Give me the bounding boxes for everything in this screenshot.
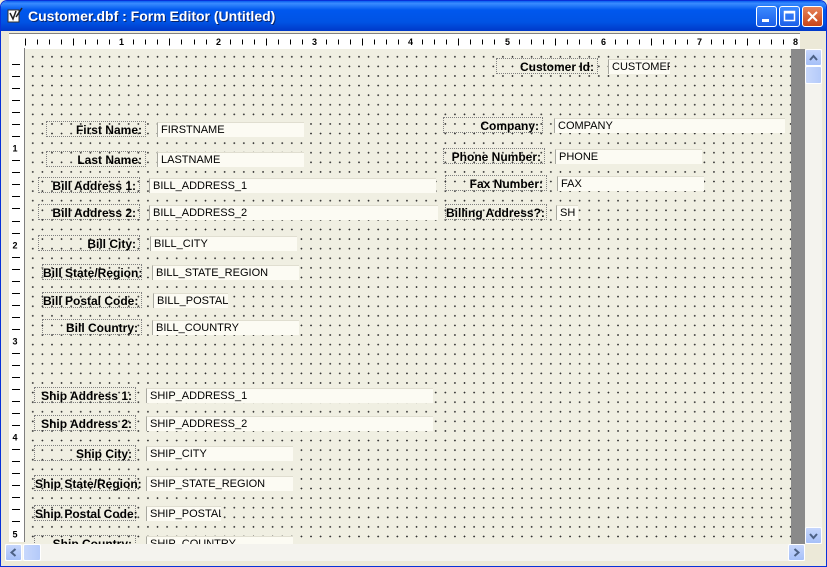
scroll-left-button[interactable] xyxy=(5,544,22,561)
first-name-field[interactable]: FIRSTNAME xyxy=(157,122,304,137)
phone-field[interactable]: PHONE xyxy=(555,149,702,164)
bill-postal-field[interactable]: BILL_POSTAL_ xyxy=(153,293,228,308)
last-name-field[interactable]: LASTNAME xyxy=(157,152,304,167)
arrow-left-icon xyxy=(9,548,17,557)
ruler-v-label: 3 xyxy=(12,337,17,347)
company-label[interactable]: Company: xyxy=(443,117,543,133)
company-field[interactable]: COMPANY xyxy=(554,118,785,133)
canvas-right-edge xyxy=(791,49,805,544)
fax-label[interactable]: Fax Number: xyxy=(445,175,547,191)
bill-address-1-label[interactable]: Bill Address 1: xyxy=(38,177,140,193)
bill-country-label[interactable]: Bill Country: xyxy=(42,319,142,335)
window-title: Customer.dbf : Form Editor (Untitled) xyxy=(28,8,276,24)
ship-country-field[interactable]: SHIP_COUNTRY xyxy=(146,536,293,544)
minimize-icon xyxy=(762,19,769,22)
ruler-v-label: 2 xyxy=(12,241,17,251)
close-button[interactable] xyxy=(802,6,823,27)
scroll-up-button[interactable] xyxy=(805,49,822,66)
phone-label[interactable]: Phone Number: xyxy=(443,148,545,164)
arrow-right-icon xyxy=(793,548,801,557)
ruler-h-label: 6 xyxy=(601,37,606,47)
bill-country-field[interactable]: BILL_COUNTRY xyxy=(152,320,299,335)
bill-city-field[interactable]: BILL_CITY xyxy=(150,236,297,251)
bill-address-2-field[interactable]: BILL_ADDRESS_2 xyxy=(149,205,438,220)
ship-address-1-field[interactable]: SHIP_ADDRESS_1 xyxy=(146,388,433,403)
ruler-v-label: 5 xyxy=(12,530,17,540)
ruler-h-label: 2 xyxy=(216,37,221,47)
ship-address-2-field[interactable]: SHIP_ADDRESS_2 xyxy=(146,416,433,431)
arrow-down-icon xyxy=(809,533,818,540)
scroll-right-button[interactable] xyxy=(788,544,805,561)
ship-city-label[interactable]: Ship City: xyxy=(34,445,136,461)
billing-address-field[interactable]: SH xyxy=(556,205,578,220)
ruler-h-label: 8 xyxy=(793,37,798,47)
bill-address-2-label[interactable]: Bill Address 2: xyxy=(38,204,140,220)
ruler-h-label: 7 xyxy=(697,37,702,47)
ship-country-label[interactable]: Ship Country: xyxy=(34,535,136,544)
vertical-scroll-thumb[interactable] xyxy=(805,66,822,84)
ship-address-1-label[interactable]: Ship Address 1: xyxy=(34,387,136,403)
minimize-button[interactable] xyxy=(756,6,777,27)
ruler-h-label: 1 xyxy=(119,37,124,47)
vertical-ruler[interactable]: 1 2 3 4 5 xyxy=(9,48,25,542)
billing-address-label[interactable]: Billing Address?: xyxy=(445,204,547,220)
ship-address-2-label[interactable]: Ship Address 2: xyxy=(34,415,136,431)
horizontal-scroll-thumb[interactable] xyxy=(23,544,41,561)
ship-city-field[interactable]: SHIP_CITY xyxy=(146,446,293,461)
ship-postal-field[interactable]: SHIP_POSTAL_ xyxy=(146,506,221,521)
ruler-v-label: 4 xyxy=(12,433,17,443)
vertical-scrollbar[interactable] xyxy=(805,49,822,544)
close-icon xyxy=(807,11,818,22)
horizontal-ruler-ticks: 1 2 3 4 5 6 7 8 xyxy=(25,37,798,47)
horizontal-ruler[interactable]: 1 2 3 4 5 6 7 8 xyxy=(9,33,800,50)
ship-postal-label[interactable]: Ship Postal Code: xyxy=(34,505,138,521)
bill-city-label[interactable]: Bill City: xyxy=(38,235,140,251)
bill-state-label[interactable]: Bill State/Region: xyxy=(42,264,142,280)
bill-state-field[interactable]: BILL_STATE_REGION xyxy=(152,265,299,280)
fax-field[interactable]: FAX xyxy=(557,176,704,191)
arrow-up-icon xyxy=(809,54,818,61)
ship-state-field[interactable]: SHIP_STATE_REGION xyxy=(146,476,293,491)
bill-postal-label[interactable]: Bill Postal Code: xyxy=(42,292,142,308)
first-name-label[interactable]: First Name: xyxy=(46,121,146,137)
last-name-label[interactable]: Last Name: xyxy=(46,151,146,167)
scroll-down-button[interactable] xyxy=(805,527,822,544)
customer-id-label[interactable]: Customer Id: xyxy=(496,58,598,74)
ruler-v-label: 1 xyxy=(12,144,17,154)
maximize-icon xyxy=(783,10,796,22)
form-canvas[interactable]: Customer Id: CUSTOMER First Name: FIRSTN… xyxy=(25,49,791,544)
form-editor-window: Customer.dbf : Form Editor (Untitled) 1 2… xyxy=(0,0,827,567)
vertical-ruler-ticks: 1 2 3 4 5 xyxy=(12,64,20,540)
ruler-h-label: 4 xyxy=(408,37,413,47)
form-editor-icon xyxy=(7,7,23,23)
horizontal-scrollbar[interactable] xyxy=(5,544,805,561)
ship-state-label[interactable]: Ship State/Region: xyxy=(34,475,142,491)
ruler-h-label: 5 xyxy=(505,37,510,47)
customer-id-field[interactable]: CUSTOMER xyxy=(608,59,670,74)
title-bar[interactable]: Customer.dbf : Form Editor (Untitled) xyxy=(1,1,826,31)
bill-address-1-field[interactable]: BILL_ADDRESS_1 xyxy=(149,178,436,193)
maximize-button[interactable] xyxy=(779,6,800,27)
ruler-h-label: 3 xyxy=(312,37,317,47)
scrollbar-corner xyxy=(805,544,822,561)
